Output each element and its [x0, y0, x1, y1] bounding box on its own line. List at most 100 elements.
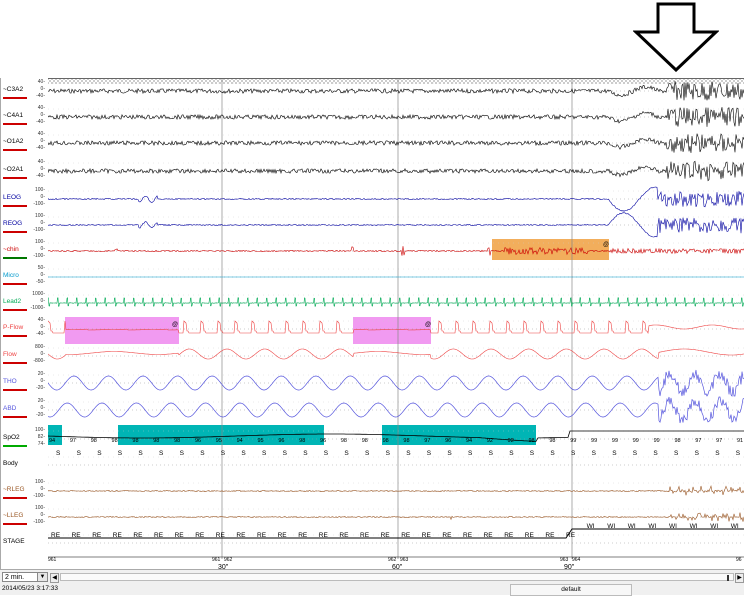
channel-name: SpO2 [3, 434, 20, 441]
channel-name: ABD [3, 405, 17, 412]
sleep-stage-label: RE [278, 532, 288, 539]
waveform-canvas[interactable]: @@ @94 97 98 98 98 98 98 96 95 94 95 96 98 96 98 98 98 98 9… [48, 79, 744, 570]
sleep-stage-label: RE [360, 532, 370, 539]
epoch-number: 964 [572, 557, 581, 563]
channel-color-indicator [3, 283, 27, 285]
sleep-stage-label: RE [463, 532, 473, 539]
body-position-marker: S [283, 450, 288, 457]
display-mode[interactable]: default [510, 584, 632, 596]
scale-tick: 40- [37, 105, 45, 111]
channel-name: P-Flow [3, 324, 24, 331]
channel-row-spo2[interactable]: SpO2 100- 82- 74- [1, 426, 48, 450]
scale-tick: 40- [37, 159, 45, 165]
scale-tick: 100- [34, 479, 45, 485]
channel-row-micro[interactable]: Micro 50- 0- -50- [1, 264, 48, 288]
channel-row-c3a2[interactable]: ~C3A2 40- 0- -40- [1, 78, 48, 102]
sleep-stage-label: WI [628, 523, 636, 530]
scale-tick: -40- [36, 145, 45, 151]
spo2-value: 98 [112, 438, 118, 444]
scale-tick: 0- [40, 272, 45, 278]
spo2-value: 99 [612, 438, 618, 444]
channel-row-rleg[interactable]: ~RLEG 100- 0- -100- [1, 478, 48, 502]
spo2-value: 95 [216, 438, 222, 444]
epoch-number: 961 [212, 557, 221, 563]
channel-row-lleg[interactable]: ~LLEG 100- 0- -100- [1, 504, 48, 528]
sleep-stage-label: WI [690, 523, 698, 530]
sleep-stage-label: RE [545, 532, 555, 539]
scale-tick: -100- [33, 519, 45, 525]
eeg-c4a1-trace [48, 107, 744, 127]
scale-tick: 0- [40, 112, 45, 118]
sleep-stage-label: RE [92, 532, 102, 539]
scale-tick: 40- [37, 317, 45, 323]
channel-row-o2a1[interactable]: ~O2A1 40- 0- -40- [1, 158, 48, 182]
scale-tick: -100- [33, 227, 45, 233]
channel-name: REOG [3, 220, 23, 227]
body-position-marker: S [56, 450, 61, 457]
body-position-marker: S [509, 450, 514, 457]
channel-color-indicator [3, 257, 27, 259]
spo2-value: 97 [695, 438, 701, 444]
channel-name: ~C4A1 [3, 112, 24, 119]
channel-name: ~chin [3, 246, 19, 253]
channel-color-indicator [3, 416, 27, 418]
scale-tick: 40- [37, 131, 45, 137]
channel-row-leog[interactable]: LEOG 100- 0- -100- [1, 186, 48, 210]
channel-name: ~RLEG [3, 486, 25, 493]
scale-tick: -1000- [30, 305, 45, 311]
left-leg-emg-trace [48, 512, 744, 522]
body-position-marker: S [262, 450, 267, 457]
scrollbar-thumb[interactable] [727, 575, 729, 581]
channel-color-indicator [3, 362, 27, 364]
channel-row-lead2[interactable]: Lead2 1000- 0- -1000- [1, 290, 48, 314]
epoch-length-select[interactable]: 2 min. ▼ [2, 572, 48, 582]
scale-tick: 0- [40, 138, 45, 144]
channel-color-indicator [3, 97, 27, 99]
scale-tick: -40- [36, 93, 45, 99]
scroll-left-icon[interactable]: ◀ [50, 573, 59, 583]
scale-tick: -40- [36, 173, 45, 179]
sleep-stage-label: RE [154, 532, 164, 539]
down-arrow-icon [633, 2, 719, 72]
body-position-marker: S [592, 450, 597, 457]
chevron-down-icon[interactable]: ▼ [37, 573, 47, 581]
spo2-value: 98 [341, 438, 347, 444]
spo2-value: 97 [424, 438, 430, 444]
spo2-value: 92 [487, 438, 493, 444]
hatched-header-strip [48, 79, 744, 84]
spo2-value: 98 [529, 438, 535, 444]
hypopnea-event-box [65, 317, 179, 344]
chin-emg-trace [48, 246, 744, 256]
spo2-value: 97 [70, 438, 76, 444]
channel-name: ~O2A1 [3, 166, 24, 173]
body-position-marker: S [674, 450, 679, 457]
body-position-marker: S [489, 450, 494, 457]
body-position-marker: S [653, 450, 658, 457]
spo2-value: 98 [549, 438, 555, 444]
sleep-stage-label: RE [113, 532, 123, 539]
body-position-marker: S [324, 450, 329, 457]
spo2-value: 98 [132, 438, 138, 444]
scroll-right-icon[interactable]: ▶ [735, 573, 744, 583]
channel-row-o1a2[interactable]: ~O1A2 40- 0- -40- [1, 130, 48, 154]
signal-plot-area[interactable]: @ @ @94 97 98 98 98 98 98 96 95 94 95 96 98 96 98 98 98 98 9… [48, 78, 744, 570]
channel-row-reog[interactable]: REOG 100- 0- -100- [1, 212, 48, 236]
hypnogram-line [48, 528, 744, 539]
channel-row-pflow[interactable]: P-Flow 40- 0- -40- [1, 316, 48, 340]
spo2-value: 92 [508, 438, 514, 444]
scale-tick: -20- [36, 412, 45, 418]
channel-color-indicator [3, 523, 27, 525]
timeline-scrollbar[interactable] [60, 573, 734, 581]
channel-row-chin[interactable]: ~chin 100- 0- -100- [1, 238, 48, 262]
scale-tick: 0- [40, 246, 45, 252]
channel-row-tho[interactable]: THO 20- 0- -20- [1, 370, 48, 394]
channel-row-c4a1[interactable]: ~C4A1 40- 0- -40- [1, 104, 48, 128]
scale-tick: 0- [40, 405, 45, 411]
channel-row-stage[interactable]: STAGE [1, 530, 48, 554]
channel-row-body[interactable]: Body [1, 452, 48, 476]
channel-color-indicator [3, 445, 27, 447]
scale-tick: 40- [37, 79, 45, 85]
channel-row-abd[interactable]: ABD 20- 0- -20- [1, 397, 48, 421]
scale-tick: 0- [40, 298, 45, 304]
channel-row-flow[interactable]: Flow 800- 0- -800- [1, 343, 48, 367]
